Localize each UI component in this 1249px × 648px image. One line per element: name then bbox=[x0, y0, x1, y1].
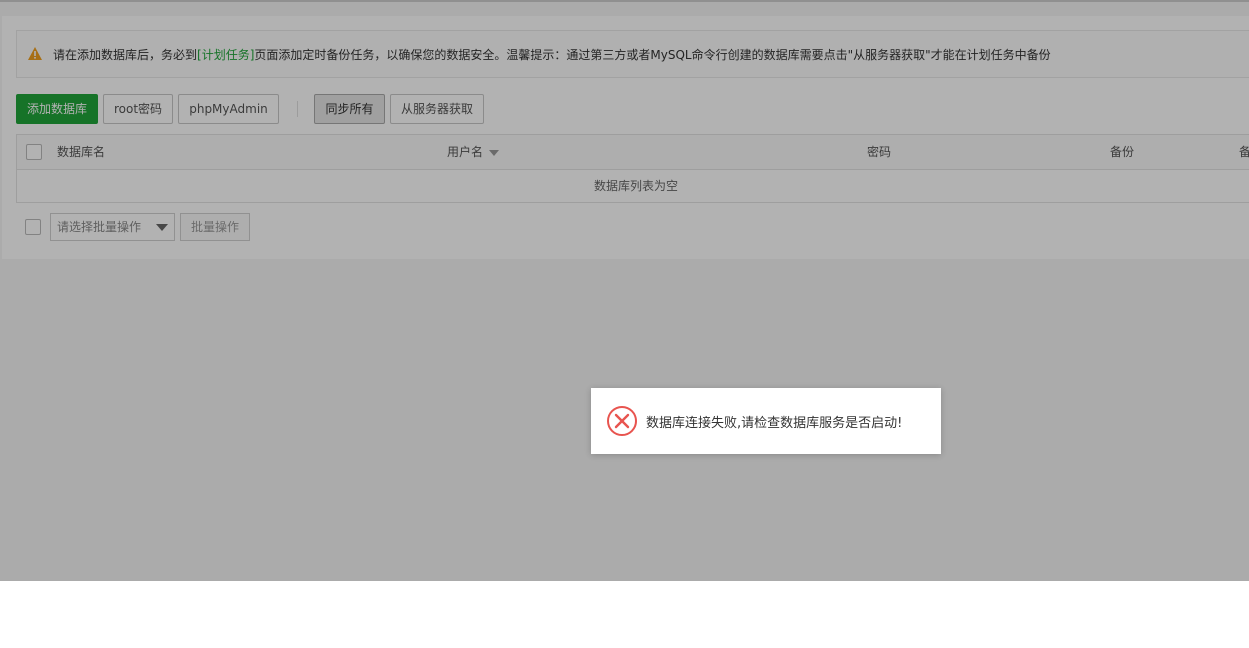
toast-message: 数据库连接失败,请检查数据库服务是否启动! bbox=[646, 415, 903, 431]
error-toast: 数据库连接失败,请检查数据库服务是否启动! bbox=[591, 388, 941, 454]
app-area: 请在添加数据库后，务必到[计划任务]页面添加定时备份任务，以确保您的数据安全。温… bbox=[0, 0, 1249, 581]
modal-overlay bbox=[0, 0, 1249, 581]
error-circle-icon bbox=[606, 405, 638, 437]
